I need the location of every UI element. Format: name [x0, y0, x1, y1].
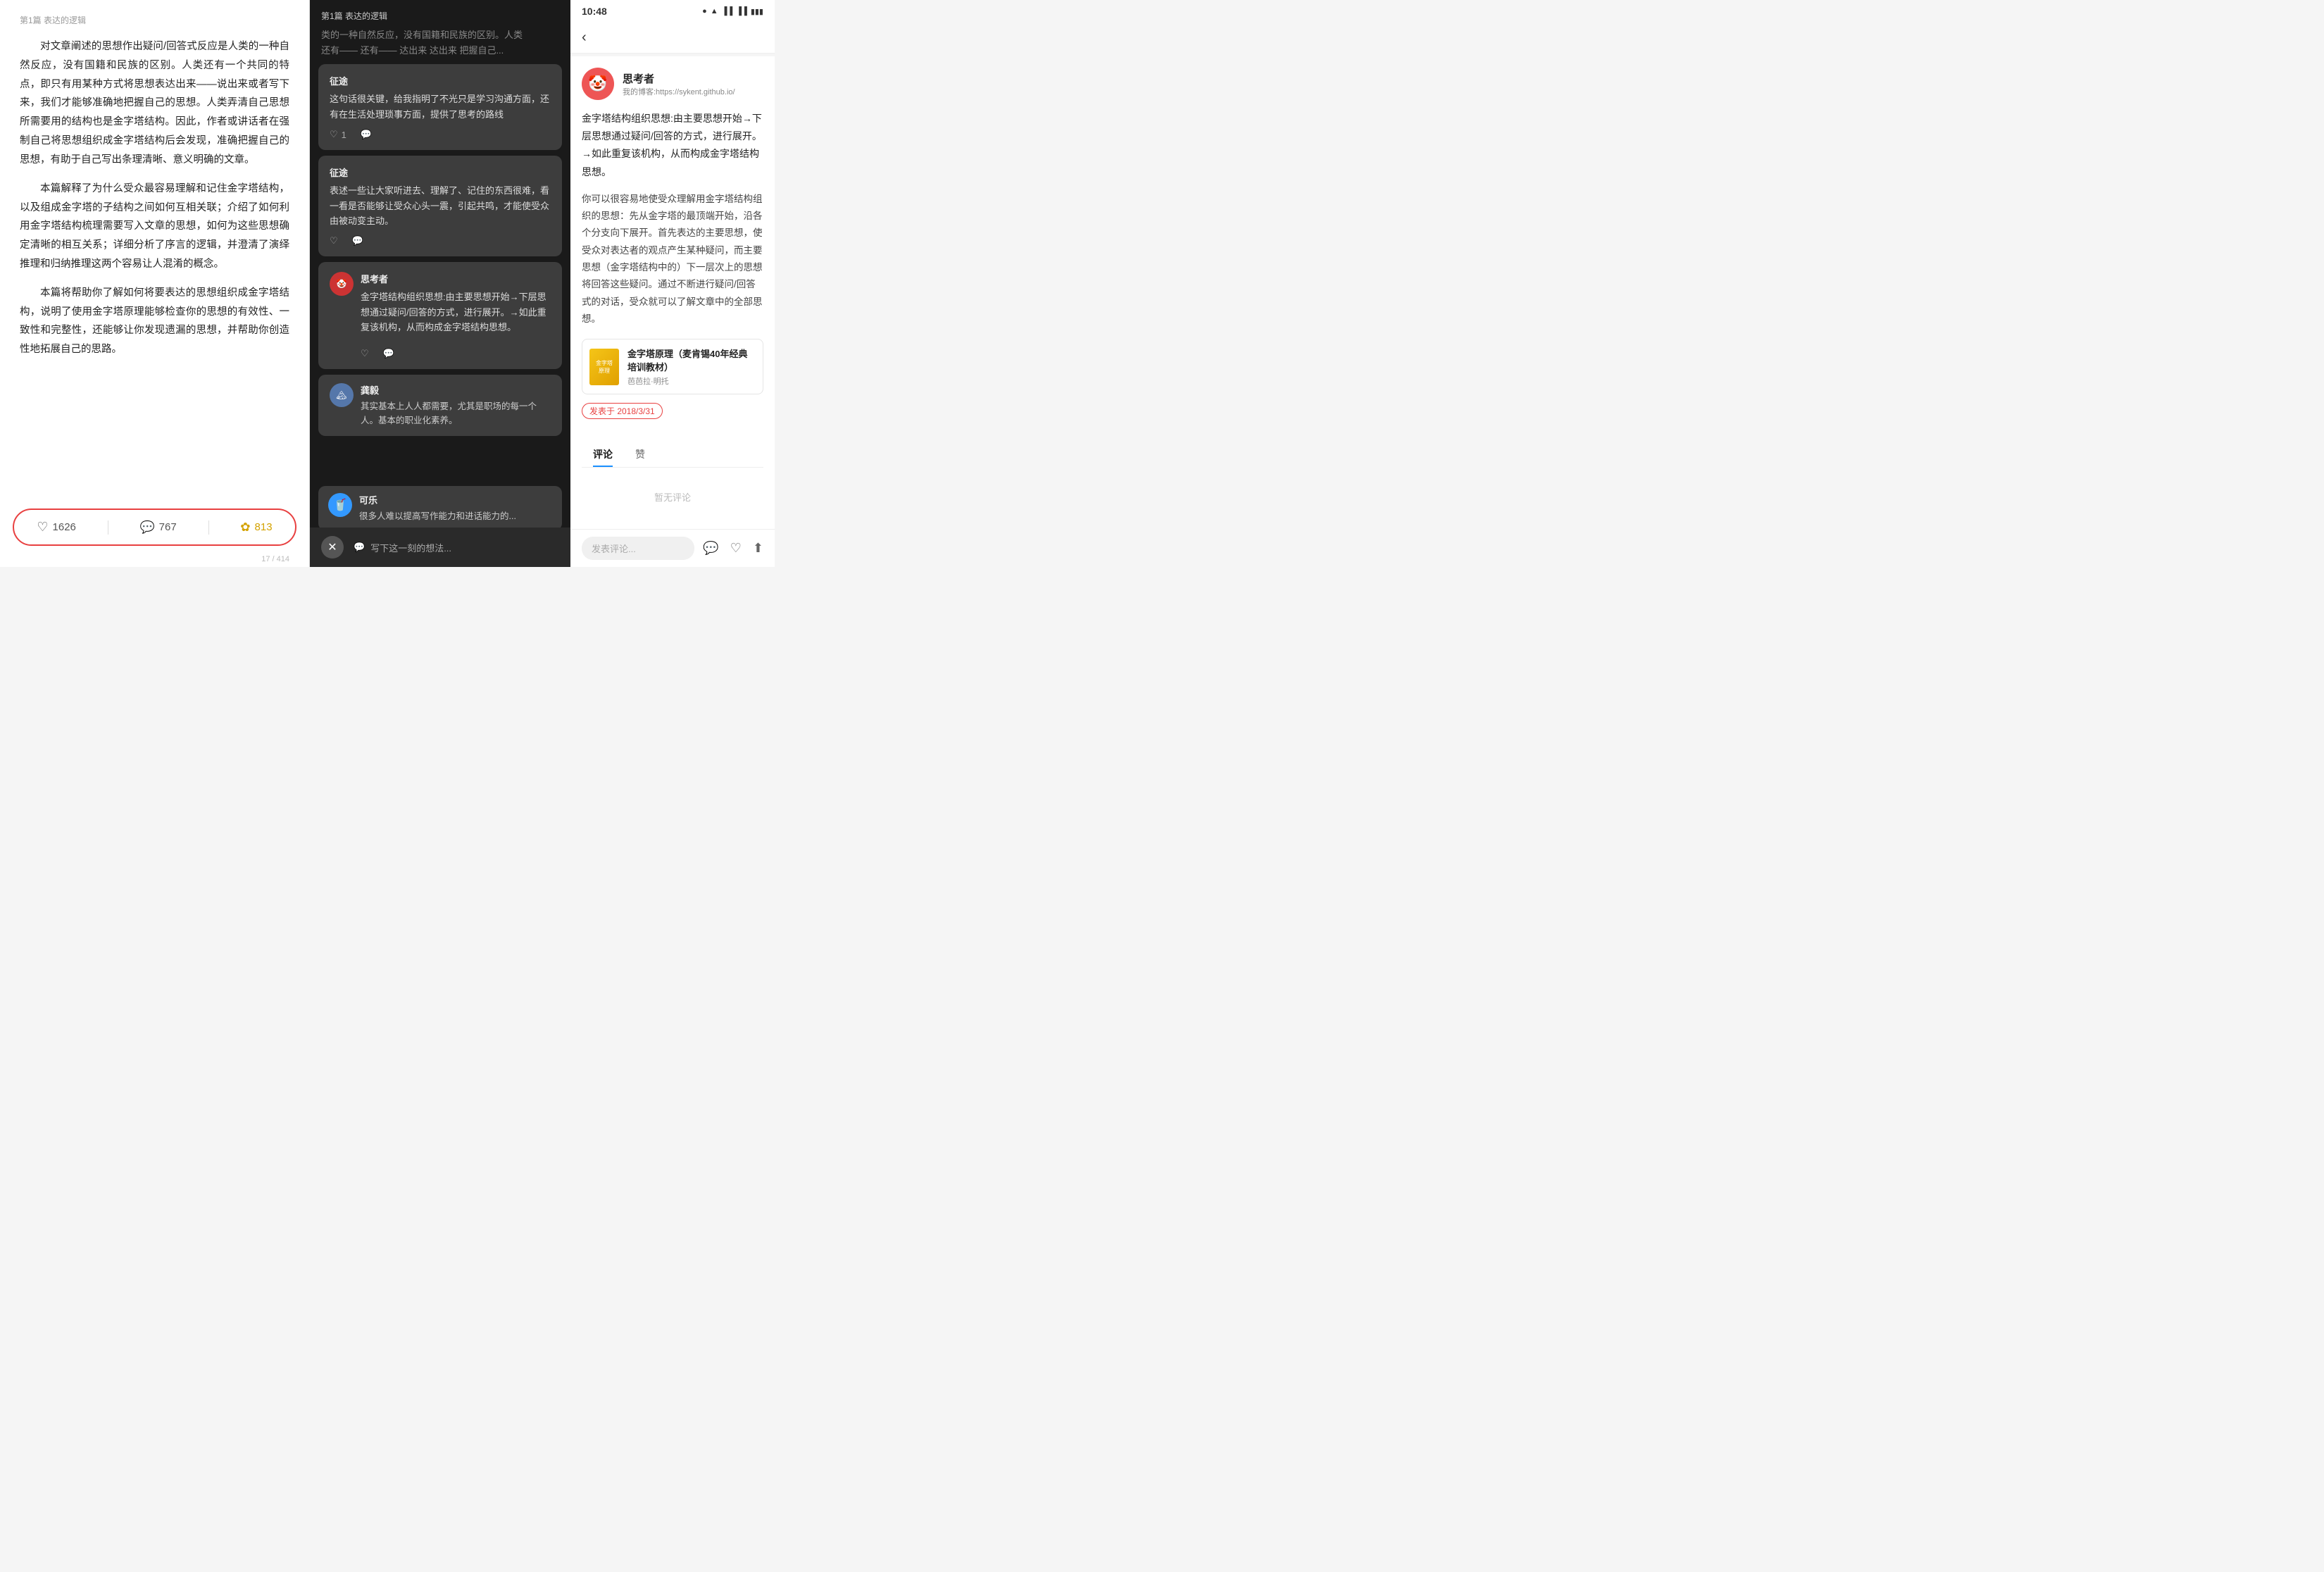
avatar-emoji: 🤡 [588, 75, 607, 93]
comment-reply-2[interactable]: 💬 [352, 235, 363, 247]
comment-text-3: 金字塔结构组织思想:由主要思想开始→下层思想通过疑问/回答的方式，进行展开。→如… [361, 289, 551, 335]
article-body: 🤡 思考者 我的博客:https://sykent.github.io/ 金字塔… [570, 56, 775, 529]
share-count: 813 [255, 521, 273, 533]
more-comment-text: 其实基本上人人都需要，尤其是职场的每一个人。基本的职业化素养。 [361, 399, 551, 428]
share-action[interactable]: ✿ 813 [240, 520, 272, 535]
comment-icon: 💬 [140, 520, 155, 535]
comment-like-1[interactable]: ♡ 1 [330, 129, 346, 140]
partial-text: 很多人难以提高写作能力和进话能力的... [359, 509, 552, 523]
like-count-1: 1 [342, 130, 346, 140]
book-info: 金字塔原理（麦肯锡40年经典培训教材） 芭芭拉·明托 [627, 347, 756, 387]
close-icon: ✕ [327, 540, 337, 554]
article-tabs: 评论 赞 [582, 442, 763, 468]
like-icon-bottom[interactable]: ♡ [730, 541, 742, 556]
time-display: 10:48 [582, 6, 607, 17]
reply-icon-2: 💬 [352, 235, 363, 247]
author-name: 思考者 [623, 71, 735, 86]
comment-text-1: 这句话很关键，给我指明了不光只是学习沟通方面，还有在生活处理琐事方面，提供了思考… [330, 92, 551, 122]
partial-comment: 🥤 可乐 很多人难以提高写作能力和进话能力的... [318, 486, 562, 530]
bottom-icons: 💬 ♡ ⬆ [703, 541, 763, 556]
tab-comment[interactable]: 评论 [582, 442, 624, 467]
book-author: 芭芭拉·明托 [627, 375, 756, 387]
article-main-text: 金字塔结构组织思想:由主要思想开始→下层思想通过疑问/回答的方式，进行展开。→如… [582, 110, 763, 181]
status-icons: ● ▲ ▐▐ ▐▐ ▮▮▮ [702, 7, 763, 16]
like-count: 1626 [53, 521, 76, 533]
comment-like-3[interactable]: ♡ [361, 348, 369, 359]
back-button[interactable]: ‹ [582, 30, 587, 46]
write-placeholder: 写下这一刻的想法... [370, 541, 451, 554]
no-comment-placeholder: 暂无评论 [582, 476, 763, 518]
article-detail-panel: 10:48 ● ▲ ▐▐ ▐▐ ▮▮▮ ‹ 🤡 思考者 我的博客:https:/… [570, 0, 775, 567]
like-action[interactable]: ♡ 1626 [37, 520, 76, 535]
reply-icon-3: 💬 [383, 348, 394, 359]
comment-action[interactable]: 💬 767 [140, 520, 177, 535]
comment-bottom-bar: ✕ 💬 写下这一刻的想法... [310, 528, 570, 567]
comment-card-1: 征途 这句话很关键，给我指明了不光只是学习沟通方面，还有在生活处理琐事方面，提供… [318, 64, 562, 150]
more-comment-avatar: 🏔 [330, 383, 354, 407]
author-row: 🤡 思考者 我的博客:https://sykent.github.io/ [582, 68, 763, 100]
comment-input[interactable]: 发表评论... [582, 537, 694, 560]
paragraph-1: 对文章阐述的思想作出疑问/回答式反应是人类的一种自然反应，没有国籍和民族的区别。… [20, 37, 289, 170]
battery-icon: ● [702, 7, 707, 15]
book-cover: 金字塔原理 [589, 349, 619, 385]
article-sub-text: 你可以很容易地使受众理解用金字塔结构组织的思想：先从金字塔的最顶端开始，沿各个分… [582, 191, 763, 328]
comment-title-1: 征途 [330, 74, 551, 87]
close-button[interactable]: ✕ [321, 536, 344, 559]
comment-title-2: 征途 [330, 166, 551, 179]
author-info: 思考者 我的博客:https://sykent.github.io/ [623, 71, 735, 97]
share-icon-bottom[interactable]: ⬆ [753, 541, 763, 556]
book-card[interactable]: 金字塔原理 金字塔原理（麦肯锡40年经典培训教材） 芭芭拉·明托 [582, 339, 763, 394]
more-comment-card: 🏔 龚毅 其实基本上人人都需要，尤其是职场的每一个人。基本的职业化素养。 [318, 375, 562, 436]
breadcrumb-p2: 第1篇 表达的逻辑 [310, 0, 570, 27]
article-header: ‹ [570, 23, 775, 54]
signal2-icon: ▐▐ [736, 7, 747, 15]
comment-input-row: 发表评论... 💬 ♡ ⬆ [570, 529, 775, 567]
publish-date: 发表于 2018/3/31 [582, 403, 663, 419]
heart-icon-3: ♡ [361, 348, 369, 359]
reply-icon-1: 💬 [361, 129, 372, 140]
breadcrumb-p1: 第1篇 表达的逻辑 [20, 14, 289, 26]
author-blog: 我的博客:https://sykent.github.io/ [623, 86, 735, 97]
partial-name: 可乐 [359, 493, 552, 506]
book-reader-panel: 第1篇 表达的逻辑 对文章阐述的思想作出疑问/回答式反应是人类的一种自然反应，没… [0, 0, 310, 567]
share-icon: ✿ [240, 520, 250, 535]
comment-reply-1[interactable]: 💬 [361, 129, 372, 140]
pagination: 17 / 414 [261, 555, 289, 563]
heart-icon-2: ♡ [330, 235, 338, 247]
highlights-panel: 第1篇 表达的逻辑 类的一种自然反应，没有国籍和民族的区别。人类还有—— 还有—… [310, 0, 570, 567]
comment-count: 767 [159, 521, 177, 533]
comment-card-3: 🤡 思考者 金字塔结构组织思想:由主要思想开始→下层思想通过疑问/回答的方式，进… [318, 262, 562, 368]
author-avatar: 🤡 [582, 68, 614, 100]
battery-full-icon: ▮▮▮ [751, 7, 763, 16]
comment-reply-3[interactable]: 💬 [383, 348, 394, 359]
tab-like[interactable]: 赞 [624, 442, 656, 467]
comment-card-2: 征途 表述一些让大家听进去、理解了、记住的东西很难，看一看是否能够让受众心头一震… [318, 156, 562, 256]
heart-icon: ♡ [37, 520, 48, 535]
signal-icon: ▐▐ [722, 7, 733, 15]
write-thoughts-area[interactable]: 💬 写下这一刻的想法... [354, 541, 559, 554]
paragraph-2: 本篇解释了为什么受众最容易理解和记住金字塔结构，以及组成金字塔的子结构之间如何互… [20, 180, 289, 274]
book-title: 金字塔原理（麦肯锡40年经典培训教材） [627, 347, 756, 373]
status-bar: 10:48 ● ▲ ▐▐ ▐▐ ▮▮▮ [570, 0, 775, 23]
comment-text-2: 表述一些让大家听进去、理解了、记住的东西很难，看一看是否能够让受众心头一震，引起… [330, 183, 551, 228]
paragraph-3: 本篇将帮助你了解如何将要表达的思想组织成金字塔结构，说明了使用金字塔原理能够检查… [20, 284, 289, 359]
chat-icon[interactable]: 💬 [703, 541, 718, 556]
book-content: 对文章阐述的思想作出疑问/回答式反应是人类的一种自然反应，没有国籍和民族的区别。… [20, 37, 289, 359]
avatar-c3: 🤡 [330, 272, 354, 296]
heart-icon-1: ♡ [330, 129, 338, 140]
more-comment-name: 龚毅 [361, 383, 551, 397]
comment-like-2[interactable]: ♡ [330, 235, 338, 247]
thought-icon: 💬 [354, 542, 365, 553]
comment-title-3: 思考者 [361, 272, 551, 285]
blurred-bg-text: 类的一种自然反应，没有国籍和民族的区别。人类还有—— 还有—— 达出来 达出来 … [310, 27, 570, 58]
partial-avatar: 🥤 [328, 493, 352, 517]
wifi-icon: ▲ [711, 7, 718, 15]
